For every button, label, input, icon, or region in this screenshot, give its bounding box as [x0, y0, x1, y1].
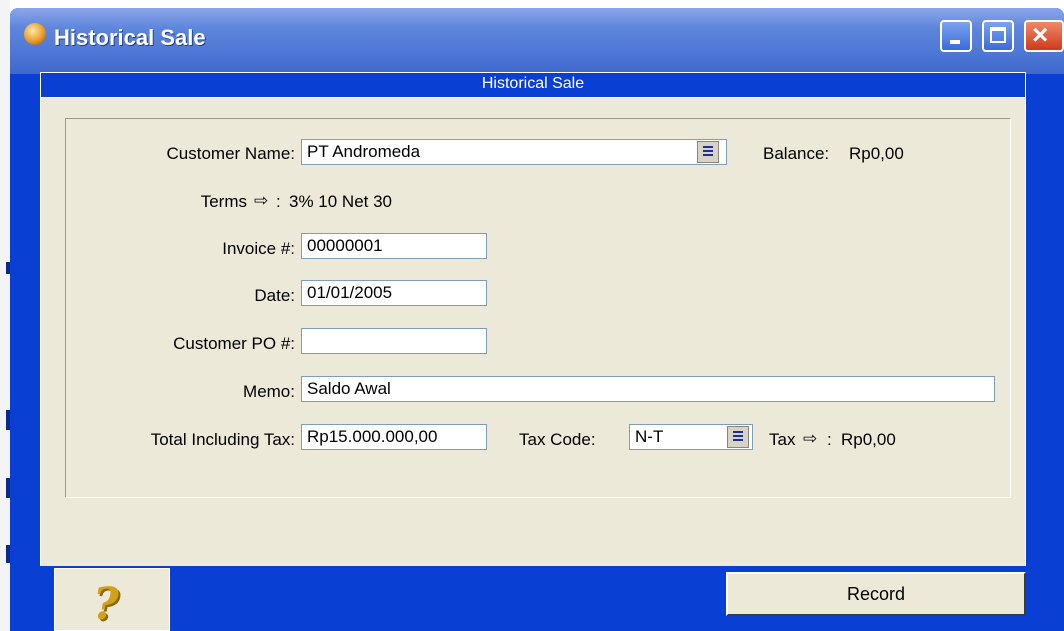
date-label: Date:: [254, 286, 295, 305]
background-window-edge: [0, 0, 10, 631]
balance-value: Rp0,00: [849, 144, 904, 163]
dialog-title: Historical Sale: [481, 75, 585, 92]
balance-label: Balance:: [763, 144, 830, 163]
invoice-label: Invoice #:: [222, 239, 295, 258]
form-panel: Customer Name: PT Andromeda Balance: Rp0…: [40, 98, 1026, 566]
customer-po-field[interactable]: [301, 328, 487, 354]
minimize-icon: [950, 40, 960, 44]
tax-value: Rp0,00: [841, 430, 896, 449]
date-field[interactable]: 01/01/2005: [301, 280, 487, 306]
dialog-header: Historical Sale: [40, 72, 1026, 98]
invoice-number-field[interactable]: 00000001: [301, 233, 487, 259]
customer-name-label: Customer Name:: [166, 144, 295, 163]
tax-code-label: Tax Code:: [519, 430, 596, 449]
app-icon: [24, 23, 46, 45]
title-bar[interactable]: Historical Sale ×: [10, 8, 1064, 74]
terms-label: Terms: [200, 192, 247, 211]
memo-label: Memo:: [243, 382, 295, 401]
tax-code-dropdown-button[interactable]: [727, 426, 749, 448]
maximize-icon: [990, 27, 1006, 43]
total-including-tax-label: Total Including Tax:: [150, 430, 295, 449]
terms-colon: :: [276, 192, 281, 211]
close-icon: ×: [1032, 19, 1049, 50]
minimize-button[interactable]: [940, 20, 972, 52]
memo-field[interactable]: Saldo Awal: [301, 376, 995, 402]
dropdown-icon: [733, 431, 743, 443]
customer-po-label: Customer PO #:: [173, 334, 295, 353]
record-button[interactable]: Record: [726, 572, 1026, 616]
window-title: Historical Sale: [54, 25, 206, 50]
maximize-button[interactable]: [982, 20, 1014, 52]
total-including-tax-field[interactable]: Rp15.000.000,00: [301, 424, 487, 450]
customer-name-field[interactable]: PT Andromeda: [301, 139, 727, 165]
close-button[interactable]: ×: [1024, 20, 1064, 52]
arrow-right-icon[interactable]: ⇨: [254, 191, 268, 211]
tax-colon: :: [827, 430, 832, 449]
help-icon: ?: [93, 579, 119, 630]
help-button[interactable]: ?: [54, 568, 170, 631]
dropdown-icon: [703, 146, 713, 158]
tax-label: Tax: [769, 430, 796, 449]
terms-value: 3% 10 Net 30: [289, 192, 393, 211]
arrow-right-icon[interactable]: ⇨: [803, 429, 817, 449]
customer-dropdown-button[interactable]: [697, 141, 719, 163]
